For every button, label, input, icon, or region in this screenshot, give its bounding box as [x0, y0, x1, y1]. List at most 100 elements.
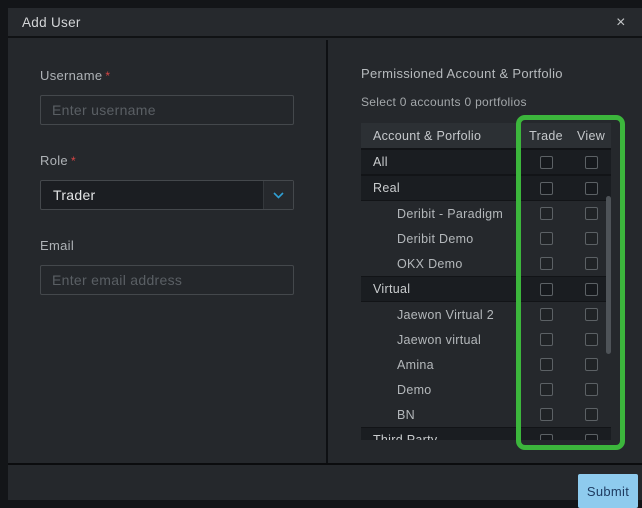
dialog-footer: Submit	[8, 463, 642, 508]
account-table-rows: All Real Deribit - Paradigm Deribit Demo OKX…	[361, 149, 611, 440]
dialog-body: Username* Role* Trader Email Permissione…	[8, 40, 642, 463]
view-cell	[571, 232, 611, 245]
view-checkbox[interactable]	[584, 358, 598, 371]
trade-checkbox[interactable]	[539, 358, 553, 371]
account-name: Demo	[397, 382, 432, 397]
trade-checkbox[interactable]	[539, 155, 553, 169]
view-cell	[571, 181, 611, 195]
table-row: Jaewon Virtual 2	[361, 302, 611, 327]
view-cell	[571, 308, 611, 321]
trade-cell	[521, 282, 571, 296]
view-cell	[571, 333, 611, 346]
account-name: BN	[397, 407, 415, 422]
trade-checkbox[interactable]	[539, 408, 553, 421]
account-name: Deribit Demo	[397, 231, 474, 246]
account-name: Deribit - Paradigm	[397, 206, 504, 221]
view-checkbox[interactable]	[584, 308, 598, 321]
view-checkbox[interactable]	[584, 181, 598, 195]
required-asterisk: *	[105, 69, 111, 83]
view-cell	[571, 358, 611, 371]
trade-cell	[521, 383, 571, 396]
view-cell	[571, 257, 611, 270]
account-name: All	[373, 155, 388, 169]
trade-cell	[521, 333, 571, 346]
dialog-title: Add User	[22, 15, 81, 30]
view-cell	[571, 383, 611, 396]
trade-cell	[521, 257, 571, 270]
trade-column-header: Trade	[529, 128, 563, 143]
account-portfolio-table: Account & Porfolio Trade View All Real Der…	[361, 123, 611, 440]
permissions-selection-summary: Select 0 accounts 0 portfolios	[361, 95, 527, 109]
close-icon[interactable]: ×	[610, 8, 632, 38]
view-checkbox[interactable]	[584, 333, 598, 346]
trade-checkbox[interactable]	[539, 433, 553, 440]
permissions-heading: Permissioned Account & Portfolio	[361, 66, 563, 81]
email-label: Email	[40, 238, 75, 253]
trade-checkbox[interactable]	[539, 232, 553, 245]
trade-checkbox[interactable]	[539, 257, 553, 270]
view-cell	[571, 207, 611, 220]
role-label: Role *	[40, 153, 76, 168]
table-row: Third Party	[361, 427, 611, 440]
dialog-titlebar: Add User ×	[8, 8, 642, 38]
table-row: Virtual	[361, 276, 611, 302]
username-input[interactable]	[40, 95, 294, 125]
view-checkbox[interactable]	[584, 232, 598, 245]
view-cell	[571, 408, 611, 421]
account-column-header: Account & Porfolio	[373, 128, 482, 143]
view-checkbox[interactable]	[584, 207, 598, 220]
view-checkbox[interactable]	[584, 257, 598, 270]
permissions-panel: Permissioned Account & Portfolio Select …	[328, 40, 642, 463]
account-name: Virtual	[373, 282, 411, 296]
table-row: Deribit Demo	[361, 226, 611, 251]
submit-button[interactable]: Submit	[578, 474, 638, 508]
trade-cell	[521, 181, 571, 195]
table-row: Amina	[361, 352, 611, 377]
account-name: Jaewon Virtual 2	[397, 307, 494, 322]
table-row: Real	[361, 175, 611, 201]
user-form-panel: Username* Role* Trader Email	[8, 40, 328, 463]
chevron-down-icon	[263, 181, 293, 209]
view-checkbox[interactable]	[584, 383, 598, 396]
trade-checkbox[interactable]	[539, 181, 553, 195]
trade-checkbox[interactable]	[539, 207, 553, 220]
email-field[interactable]	[40, 265, 294, 295]
trade-checkbox[interactable]	[539, 308, 553, 321]
role-selected-value: Trader	[53, 187, 96, 203]
view-column-header: View	[576, 128, 606, 143]
table-scrollbar[interactable]	[606, 196, 611, 354]
view-checkbox[interactable]	[584, 408, 598, 421]
account-name: Jaewon virtual	[397, 332, 482, 347]
table-row: Demo	[361, 377, 611, 402]
trade-checkbox[interactable]	[539, 333, 553, 346]
username-label: Username *	[40, 68, 111, 83]
trade-cell	[521, 408, 571, 421]
table-row: All	[361, 149, 611, 175]
view-cell	[571, 155, 611, 169]
trade-cell	[521, 155, 571, 169]
account-name: Real	[373, 181, 400, 195]
add-user-dialog: Add User × Username* Role* Trader Email	[8, 8, 642, 508]
view-checkbox[interactable]	[584, 155, 598, 169]
account-name: Amina	[397, 357, 434, 372]
table-row: OKX Demo	[361, 251, 611, 276]
view-cell	[571, 282, 611, 296]
view-checkbox[interactable]	[584, 282, 598, 296]
trade-cell	[521, 433, 571, 440]
table-row: BN	[361, 402, 611, 427]
trade-checkbox[interactable]	[539, 383, 553, 396]
role-select[interactable]: Trader	[40, 180, 294, 210]
trade-cell	[521, 308, 571, 321]
required-asterisk: *	[70, 154, 76, 168]
table-header-row: Account & Porfolio Trade View	[361, 123, 611, 149]
trade-cell	[521, 232, 571, 245]
account-name: OKX Demo	[397, 256, 463, 271]
table-row: Jaewon virtual	[361, 327, 611, 352]
trade-cell	[521, 207, 571, 220]
view-cell	[571, 433, 611, 440]
account-name: Third Party	[373, 433, 438, 440]
table-row: Deribit - Paradigm	[361, 201, 611, 226]
trade-checkbox[interactable]	[539, 282, 553, 296]
view-checkbox[interactable]	[584, 433, 598, 440]
trade-cell	[521, 358, 571, 371]
